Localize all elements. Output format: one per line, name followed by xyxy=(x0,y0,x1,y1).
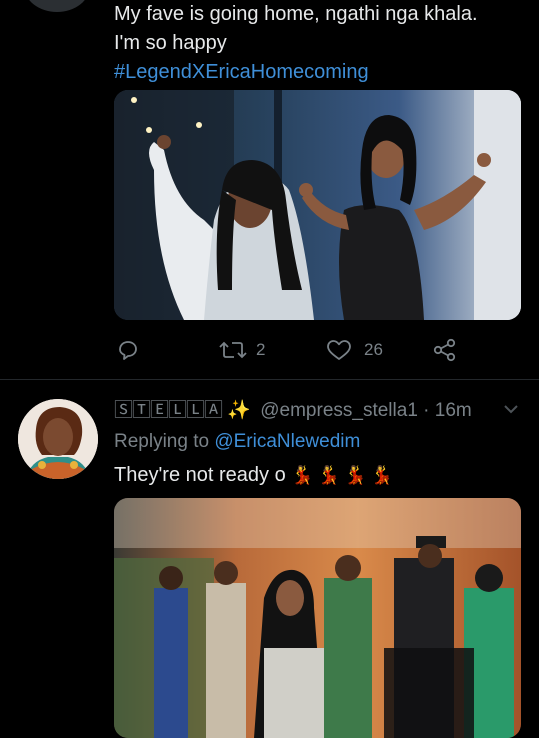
tweet-text-line: I'm so happy xyxy=(114,32,227,54)
replying-to: Replying to @EricaNlewedim xyxy=(114,428,360,456)
user-handle[interactable]: @empress_stella1 xyxy=(260,400,418,421)
reply-button[interactable] xyxy=(116,336,140,364)
retweet-button[interactable]: 2 xyxy=(218,336,265,364)
tweet-photo[interactable] xyxy=(114,498,521,738)
display-name[interactable]: 🅂🅃🄴🄻🄻🄰 xyxy=(114,400,223,421)
tweet-text-line: My fave is going home, ngathi nga khala. xyxy=(114,3,478,25)
like-button[interactable]: 26 xyxy=(326,336,383,364)
tweet-text-body: They're not ready o xyxy=(114,464,286,486)
tweet-actions: 2 26 xyxy=(114,336,524,364)
retweet-count: 2 xyxy=(256,340,266,359)
avatar[interactable] xyxy=(24,0,90,12)
tweet-text: They're not ready o 💃💃💃💃 xyxy=(114,461,397,490)
separator-dot: · xyxy=(423,400,430,421)
hashtag-link[interactable]: #LegendXEricaHomecoming xyxy=(114,58,529,87)
tweet-text: My fave is going home, ngathi nga khala.… xyxy=(114,0,529,87)
like-count: 26 xyxy=(364,340,383,359)
chevron-down-icon xyxy=(504,405,518,414)
sparkles-icon: ✨ xyxy=(227,400,251,421)
photo-illustration xyxy=(114,90,521,320)
like-icon xyxy=(327,340,351,360)
tweet-divider xyxy=(0,379,539,380)
tweet-photo[interactable] xyxy=(114,90,521,320)
retweet-icon xyxy=(219,341,247,359)
avatar-image xyxy=(18,399,98,479)
share-button[interactable] xyxy=(432,336,458,364)
dancer-icon: 💃💃💃💃 xyxy=(291,465,397,485)
tweet-header: 🅂🅃🄴🄻🄻🄰 ✨ @empress_stella1 · 16m xyxy=(114,397,472,425)
tweet-time: 16m xyxy=(434,400,472,421)
share-icon xyxy=(433,338,456,362)
avatar[interactable] xyxy=(18,399,98,479)
tweet-menu-button[interactable] xyxy=(502,402,520,416)
photo-illustration xyxy=(114,498,521,738)
reply-icon xyxy=(119,341,137,360)
replying-label: Replying to xyxy=(114,431,210,452)
mention-link[interactable]: @EricaNlewedim xyxy=(214,431,360,452)
